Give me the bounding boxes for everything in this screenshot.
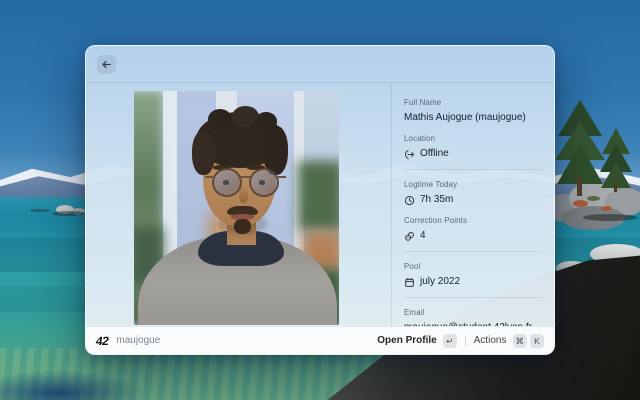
field-full-name: Full Name Mathis Aujogue (maujogue) [404, 98, 542, 124]
metadata-section-email: Email maujogue@student.42lyon.fr [404, 298, 542, 326]
screen: Full Name Mathis Aujogue (maujogue) Loca… [0, 0, 640, 400]
photo-glasses [212, 168, 242, 197]
42-logo: 42 [95, 334, 110, 348]
window-content: Full Name Mathis Aujogue (maujogue) Loca… [86, 83, 554, 326]
search-query[interactable]: maujogue [116, 335, 160, 346]
arrow-left-icon [101, 59, 112, 70]
wallpaper-deep-patch [0, 370, 146, 400]
metadata-section-identity: Full Name Mathis Aujogue (maujogue) Loca… [404, 88, 542, 170]
action-bar-divider [465, 335, 466, 346]
k-keycap[interactable]: K [530, 334, 544, 348]
profile-photo [134, 91, 339, 325]
field-email: Email maujogue@student.42lyon.fr [404, 308, 542, 326]
field-pool: Pool july 2022 [404, 262, 542, 288]
profile-photo-area [86, 83, 391, 326]
metadata-section-pool: Pool july 2022 [404, 252, 542, 298]
actions-button[interactable]: Actions [474, 335, 507, 346]
metadata-panel: Full Name Mathis Aujogue (maujogue) Loca… [391, 83, 554, 326]
wallpaper-small-rock [52, 211, 86, 216]
logout-icon [404, 149, 415, 160]
coins-icon [404, 231, 415, 242]
cmd-keycap[interactable]: ⌘ [513, 334, 528, 348]
field-location: Location Offline [404, 134, 542, 160]
raycast-window: Full Name Mathis Aujogue (maujogue) Loca… [85, 45, 555, 355]
metadata-section-activity: Logtime Today 7h 35m Correction Points [404, 170, 542, 252]
field-logtime-today: Logtime Today 7h 35m [404, 180, 542, 206]
open-profile-button[interactable]: Open Profile [377, 335, 436, 346]
window-header [86, 46, 554, 83]
action-bar: 42 maujogue Open Profile ↵ Actions ⌘ K [86, 326, 554, 354]
clock-icon [404, 195, 415, 206]
field-correction-points: Correction Points 4 [404, 216, 542, 242]
wallpaper-small-rock [30, 209, 50, 212]
enter-keycap[interactable]: ↵ [443, 334, 457, 348]
calendar-icon [404, 277, 415, 288]
back-button[interactable] [97, 55, 116, 74]
